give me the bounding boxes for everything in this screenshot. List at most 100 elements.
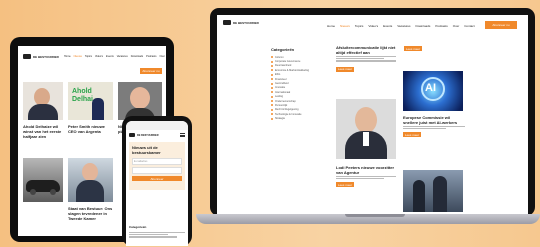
nav-item-contact[interactable]: Contact [464, 24, 474, 28]
ai-label: AI [425, 82, 436, 94]
sidebar-title: Categorieën [271, 47, 295, 52]
laptop-device: DE BESTUURDER Home Nieuws Topics Video's Eve… [210, 8, 535, 216]
bullet-icon [271, 104, 273, 107]
category-label: Strategie [275, 117, 286, 121]
category-label: Column [275, 55, 284, 59]
bullet-icon [271, 117, 273, 120]
bullet-icon [271, 86, 273, 89]
bullet-icon [271, 82, 273, 85]
bullet-icon [271, 91, 273, 94]
email-field[interactable]: E-mailadres [132, 158, 182, 165]
portrait-photo[interactable] [68, 158, 113, 202]
laptop-website: DE BESTUURDER Home Nieuws Topics Video's Eve… [217, 15, 528, 215]
browser-bar [126, 121, 188, 130]
nav-item-topics[interactable]: Topics [85, 55, 92, 58]
nav-item-home[interactable]: Home [327, 24, 335, 28]
nav-item-events[interactable]: Events [106, 55, 114, 58]
nav-item-podcasts[interactable]: Podcasts [435, 24, 447, 28]
nav-item-downloads[interactable]: Downloads [416, 24, 431, 28]
category-label: Financieel [275, 77, 287, 81]
article-title[interactable]: Ahold Delhaize wil winst van het eerste … [23, 124, 63, 139]
nav-item-events[interactable]: Events [383, 24, 392, 28]
bullet-icon [271, 73, 273, 76]
bullet-icon [271, 100, 273, 103]
read-more-button[interactable]: Lees meer [336, 182, 354, 188]
car-photo[interactable] [23, 158, 63, 202]
nav-item-nieuws[interactable]: Nieuws [340, 24, 350, 28]
category-label: Internationaal [275, 90, 291, 94]
read-more-button[interactable]: Lees meer [336, 66, 354, 72]
brand-name: DE BESTUURDER [33, 54, 59, 59]
subscribe-button[interactable]: Abonneer nu [140, 68, 162, 74]
subscribe-button[interactable]: Abonneer nu [485, 21, 517, 29]
nav-item-over[interactable]: Over [159, 55, 164, 58]
main-nav: Home Nieuws Topics Video's Events Vacatures Do… [64, 55, 165, 58]
nav-item-nieuws[interactable]: Nieuws [74, 55, 82, 58]
menu-icon[interactable] [180, 133, 185, 137]
article-card[interactable]: Europese Commissie wil snellere juist me… [403, 115, 465, 138]
logo-mark-icon [23, 54, 31, 59]
bullet-icon [271, 113, 273, 116]
article-title[interactable]: Peter Smith nieuwe CEO van Argenta [68, 124, 113, 134]
category-label: Technologie & Innovatie [275, 112, 302, 116]
brand-name: DE BESTUURDER [137, 133, 159, 137]
bullet-icon [271, 78, 273, 81]
portrait-photo[interactable] [23, 82, 63, 120]
nav-item-video-s[interactable]: Video's [368, 24, 378, 28]
bullet-icon [271, 108, 273, 111]
nav-item-topics[interactable]: Topics [355, 24, 364, 28]
meeting-photo[interactable] [403, 170, 463, 212]
phone-device: DE BESTUURDER Nieuws uit de bestuurskame… [122, 116, 192, 246]
brand-logo[interactable]: DE BESTUURDER [23, 54, 59, 59]
bullet-icon [271, 60, 273, 63]
brand-logo[interactable]: DE BESTUURDER [129, 133, 159, 137]
main-nav: Home Nieuws Topics Video's Events Vacatures Do… [327, 24, 475, 28]
logo-mark-icon [223, 20, 231, 25]
category-label: Economie & Marktontwikkeling [275, 68, 310, 72]
category-label: Leiding [275, 95, 284, 99]
category-label: ESG [275, 73, 281, 77]
laptop-notch [345, 214, 405, 217]
article-title[interactable]: Afsluitercommunicatie lijkt niet altijd … [336, 45, 396, 55]
bullet-icon [271, 69, 273, 72]
category-label: Gezondheid [275, 82, 289, 86]
category-label: Corporate Governance [275, 60, 301, 64]
ai-article-image[interactable]: AI [403, 71, 463, 111]
bullet-icon [271, 95, 273, 98]
newsletter-headline: Nieuws uit de bestuurskamer [132, 145, 161, 155]
category-label: Innovatie [275, 86, 286, 90]
category-list [129, 231, 185, 239]
subscribe-button[interactable]: Abonneer [132, 176, 182, 181]
read-more-button[interactable]: Lees meer [403, 132, 421, 138]
nav-item-downloads[interactable]: Downloads [131, 55, 143, 58]
nav-item-video-s[interactable]: Video's [95, 55, 103, 58]
read-more-button[interactable]: Lees meer [404, 46, 422, 51]
article-title[interactable]: Europese Commissie wil snellere juist me… [403, 115, 465, 125]
ahold-photo[interactable]: Ahold Delhai [68, 82, 113, 120]
category-label: Recht & Regelgeving [275, 108, 299, 112]
category-item[interactable]: Strategie [271, 116, 319, 120]
newsletter-box: Nieuws uit de bestuurskamer E-mailadres … [129, 142, 185, 190]
logo-mark-icon [129, 133, 135, 137]
article-card[interactable]: Lodi Peeters nieuwe voorzitter van Agent… [336, 165, 396, 188]
category-label: Persoonlijk [275, 103, 288, 107]
nav-item-home[interactable]: Home [64, 55, 71, 58]
article-title[interactable]: Staat van Bestuur: Ons slagen tevredener… [68, 206, 113, 221]
bullet-icon [271, 64, 273, 67]
category-label: Duurzaamheid [275, 64, 292, 68]
phone-website: DE BESTUURDER Nieuws uit de bestuurskame… [126, 121, 188, 246]
nav-item-over[interactable]: Over [453, 24, 460, 28]
category-label: Ondernemerschap [275, 99, 296, 103]
bullet-icon [271, 56, 273, 59]
article-card[interactable]: Afsluitercommunicatie lijkt niet altijd … [336, 45, 396, 72]
portrait-photo[interactable] [118, 82, 162, 120]
brand-name: DE BESTUURDER [233, 20, 259, 25]
article-title[interactable]: Lodi Peeters nieuwe voorzitter van Agent… [336, 165, 396, 175]
nav-item-vacatures[interactable]: Vacatures [117, 55, 128, 58]
name-field[interactable] [132, 167, 182, 174]
categories-title: Categorieën [129, 225, 147, 229]
portrait-photo[interactable] [336, 99, 396, 159]
nav-item-podcasts[interactable]: Podcasts [146, 55, 156, 58]
nav-item-vacatures[interactable]: Vacatures [397, 24, 410, 28]
brand-logo[interactable]: DE BESTUURDER [223, 20, 259, 25]
